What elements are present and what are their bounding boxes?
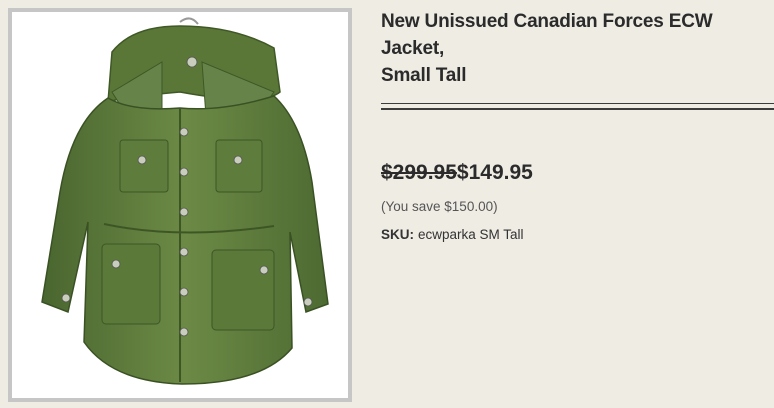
sku-label: SKU: xyxy=(381,227,414,242)
new-price: $149.95 xyxy=(456,161,533,184)
savings-text: (You save $150.00) xyxy=(381,199,498,214)
price-block: $299.95$149.95 xyxy=(381,160,774,186)
sku-value: ecwparka SM Tall xyxy=(418,227,524,242)
title-divider xyxy=(381,103,774,110)
product-info: New Unissued Canadian Forces ECW Jacket,… xyxy=(381,8,774,242)
old-price: $299.95 xyxy=(381,161,457,184)
product-title: New Unissued Canadian Forces ECW Jacket,… xyxy=(381,11,713,86)
sku-line: SKU: ecwparka SM Tall xyxy=(381,227,774,242)
product-image-frame[interactable] xyxy=(8,8,352,402)
product-image[interactable] xyxy=(12,12,348,398)
